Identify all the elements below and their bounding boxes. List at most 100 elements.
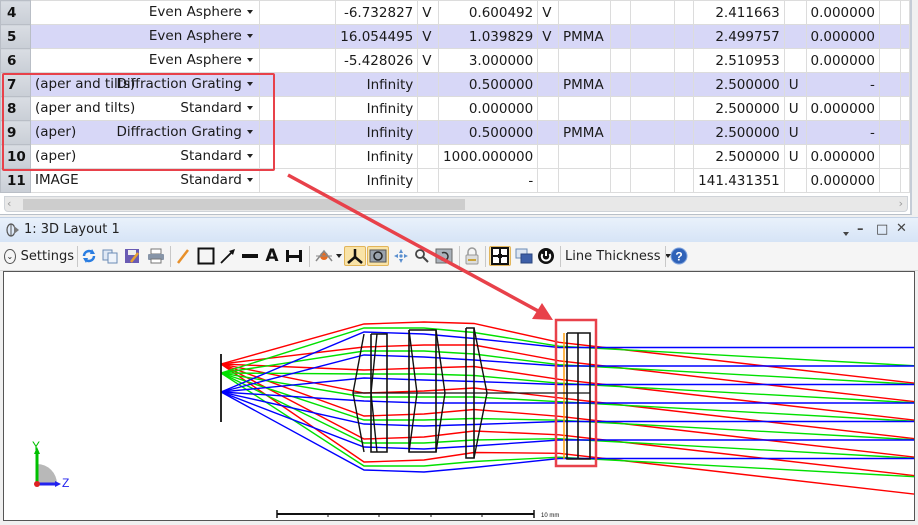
surface-row[interactable]: 7 (aper and tilts) Diffraction Grating Infi… <box>0 72 911 97</box>
semi-diameter-solve[interactable] <box>783 24 807 49</box>
surface-type[interactable]: Even Asphere <box>149 28 242 44</box>
thickness-cell[interactable]: 0.600492 <box>438 0 539 25</box>
thickness-solve[interactable]: V <box>537 0 560 25</box>
reset-zoom-button[interactable] <box>433 246 455 266</box>
print-button[interactable] <box>146 246 166 266</box>
thickness-cell[interactable]: 0.000000 <box>438 96 539 121</box>
coating-cell[interactable] <box>629 0 676 25</box>
empty-cell[interactable] <box>258 96 337 121</box>
radius-cell[interactable]: 16.054495 <box>335 24 419 49</box>
material-solve[interactable] <box>609 96 631 121</box>
material-solve[interactable] <box>609 24 631 49</box>
thickness-cell[interactable]: 3.000000 <box>438 48 539 73</box>
surface-type-cell[interactable]: (aper and tilts) Standard <box>29 96 260 121</box>
lock-button[interactable] <box>463 246 481 266</box>
surface-type[interactable]: Standard <box>180 172 241 188</box>
thickness-cell[interactable]: 1000.000000 <box>438 144 539 169</box>
surface-number[interactable]: 9 <box>0 120 31 145</box>
conic-cell[interactable]: 0.000000 <box>805 0 880 25</box>
coating-cell[interactable] <box>629 24 676 49</box>
conic-cell[interactable]: - <box>805 120 880 145</box>
material-solve[interactable] <box>609 72 631 97</box>
pan-button[interactable] <box>392 246 410 266</box>
material-solve[interactable] <box>609 144 631 169</box>
arrow-button[interactable] <box>218 246 238 266</box>
thickness-cell[interactable]: - <box>438 168 539 193</box>
conic-cell[interactable]: 0.000000 <box>805 48 880 73</box>
copy-button[interactable] <box>101 246 119 266</box>
material-solve[interactable] <box>609 120 631 145</box>
semi-diameter-solve[interactable]: U <box>783 96 807 121</box>
empty-cell[interactable] <box>878 168 901 193</box>
empty-cell[interactable] <box>899 24 911 49</box>
surface-type[interactable]: Standard <box>180 100 241 116</box>
radius-cell[interactable]: Infinity <box>335 168 419 193</box>
semi-diameter-cell[interactable]: 2.500000 <box>693 120 785 145</box>
surface-type-cell[interactable]: Even Asphere <box>29 0 260 25</box>
material-solve[interactable] <box>609 168 631 193</box>
empty-cell[interactable] <box>899 72 911 97</box>
empty-cell[interactable] <box>258 120 337 145</box>
semi-diameter-cell[interactable]: 2.500000 <box>693 144 785 169</box>
empty-cell[interactable] <box>899 96 911 121</box>
empty-cell[interactable] <box>258 48 337 73</box>
radius-cell[interactable]: Infinity <box>335 120 419 145</box>
semi-diameter-cell[interactable]: 141.431351 <box>693 168 785 193</box>
material-cell[interactable] <box>558 48 611 73</box>
surface-number[interactable]: 7 <box>0 72 31 97</box>
power-button[interactable] <box>536 246 556 266</box>
thickness-solve[interactable] <box>537 72 560 97</box>
chevron-down-icon[interactable] <box>246 130 253 134</box>
conic-cell[interactable]: - <box>805 72 880 97</box>
surface-row[interactable]: 9 (aper) Diffraction Grating Infinity 0.5000… <box>0 120 911 145</box>
semi-diameter-cell[interactable]: 2.510953 <box>693 48 785 73</box>
scrollbar-thumb[interactable] <box>23 199 465 210</box>
thickness-cell[interactable]: 0.500000 <box>438 120 539 145</box>
surface-number[interactable]: 5 <box>0 24 31 49</box>
empty-cell[interactable] <box>673 0 695 25</box>
minimize-icon[interactable]: – <box>857 222 864 237</box>
radius-solve[interactable] <box>417 144 440 169</box>
empty-cell[interactable] <box>673 72 695 97</box>
rotate-view-dropdown[interactable] <box>313 246 343 266</box>
empty-cell[interactable] <box>899 0 911 25</box>
coating-cell[interactable] <box>629 120 676 145</box>
semi-diameter-solve[interactable] <box>783 0 807 25</box>
surface-type[interactable]: Standard <box>180 148 241 164</box>
thickness-solve[interactable] <box>537 48 560 73</box>
radius-solve[interactable]: V <box>417 0 440 25</box>
surface-number[interactable]: 8 <box>0 96 31 121</box>
material-cell[interactable] <box>558 96 611 121</box>
surface-type[interactable]: Diffraction Grating <box>117 76 242 92</box>
radius-solve[interactable]: V <box>417 48 440 73</box>
material-cell[interactable]: PMMA <box>558 24 611 49</box>
chevron-down-icon[interactable] <box>246 178 253 182</box>
empty-cell[interactable] <box>258 144 337 169</box>
empty-cell[interactable] <box>673 144 695 169</box>
semi-diameter-cell[interactable]: 2.499757 <box>693 24 785 49</box>
surface-type-cell[interactable]: (aper) Standard <box>29 144 260 169</box>
semi-diameter-solve[interactable]: U <box>783 72 807 97</box>
radius-cell[interactable]: -6.732827 <box>335 0 419 25</box>
scroll-right-icon[interactable]: › <box>899 197 903 210</box>
material-solve[interactable] <box>609 48 631 73</box>
material-cell[interactable] <box>558 168 611 193</box>
comment-text[interactable]: (aper) <box>35 124 76 140</box>
radius-solve[interactable]: V <box>417 24 440 49</box>
semi-diameter-cell[interactable]: 2.500000 <box>693 96 785 121</box>
empty-cell[interactable] <box>878 144 901 169</box>
radius-cell[interactable]: -5.428026 <box>335 48 419 73</box>
window-menu-dropdown-icon[interactable] <box>843 226 849 241</box>
chevron-down-icon[interactable] <box>246 82 253 86</box>
empty-cell[interactable] <box>673 48 695 73</box>
empty-cell[interactable] <box>673 96 695 121</box>
coating-cell[interactable] <box>629 144 676 169</box>
surface-type-cell[interactable]: Even Asphere <box>29 24 260 49</box>
coating-cell[interactable] <box>629 168 676 193</box>
scroll-left-icon[interactable]: ‹ <box>7 197 11 210</box>
empty-cell[interactable] <box>258 168 337 193</box>
coating-cell[interactable] <box>629 96 676 121</box>
surface-type[interactable]: Even Asphere <box>149 52 242 68</box>
surface-number[interactable]: 10 <box>0 144 31 169</box>
empty-cell[interactable] <box>878 120 901 145</box>
